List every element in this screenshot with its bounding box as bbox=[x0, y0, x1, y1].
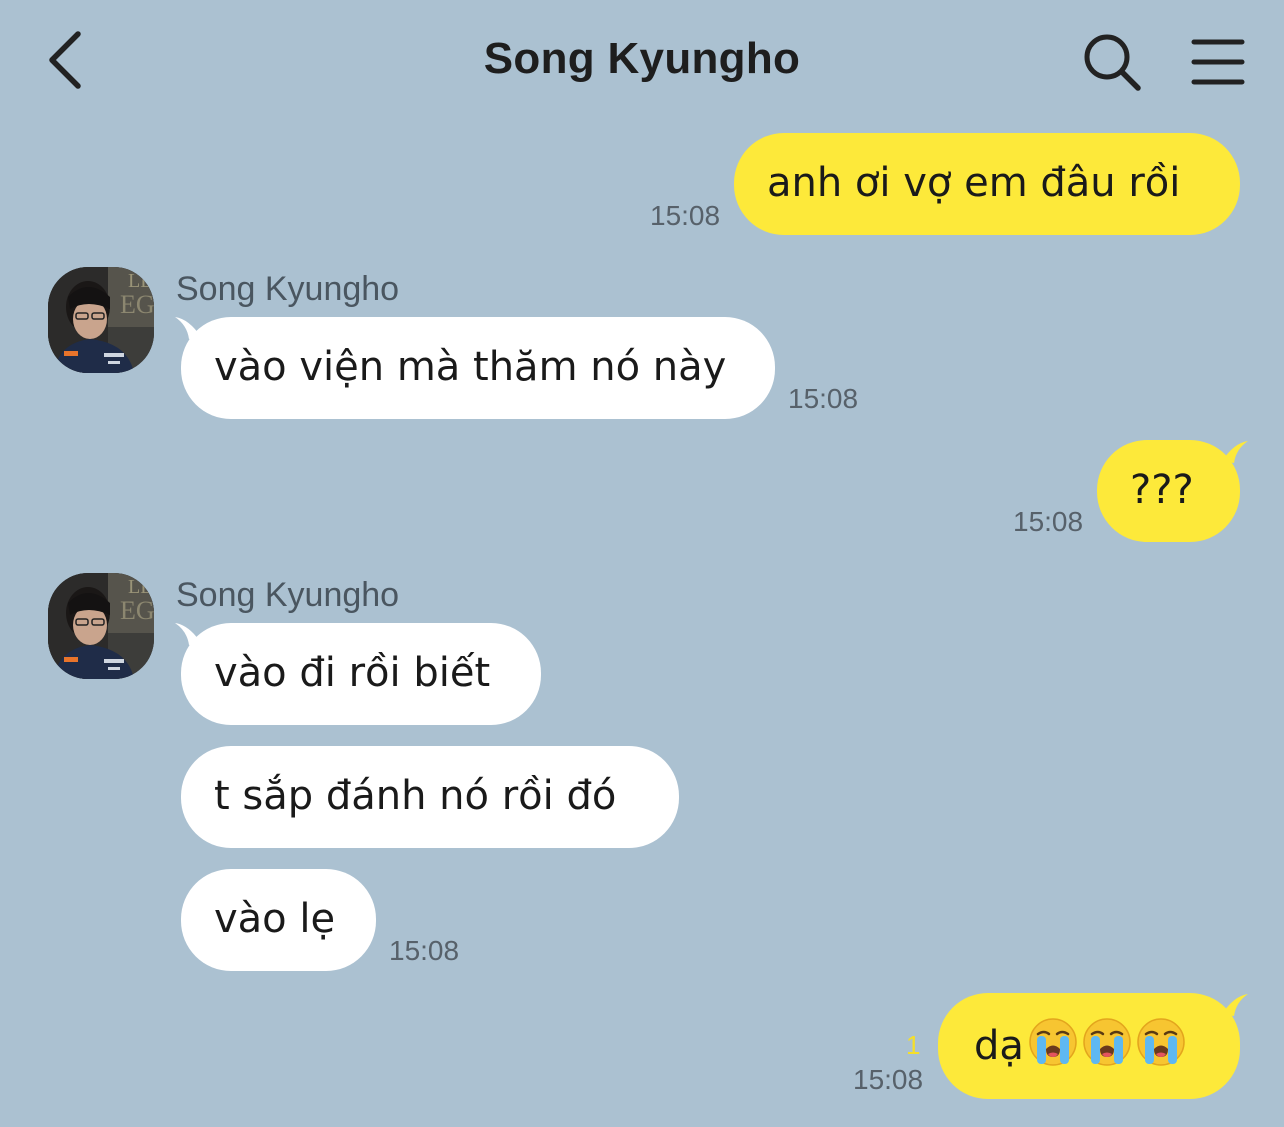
message-bubble-incoming[interactable]: t sắp đánh nó rồi đó bbox=[181, 746, 679, 848]
message-text: dạ bbox=[974, 1023, 1024, 1069]
crying-face-emoji-icon bbox=[1136, 1017, 1186, 1067]
sender-name: Song Kyungho bbox=[176, 270, 400, 308]
message-bubble-incoming[interactable]: vào viện mà thăm nó này bbox=[181, 317, 775, 419]
message-bubble-incoming[interactable]: vào đi rồi biết bbox=[181, 623, 541, 725]
avatar-image bbox=[48, 267, 154, 373]
message-bubble-outgoing[interactable]: ??? bbox=[1097, 440, 1240, 542]
chat-header: Song Kyungho bbox=[0, 0, 1284, 120]
sender-avatar[interactable] bbox=[48, 267, 154, 373]
menu-button[interactable] bbox=[1188, 34, 1248, 90]
message-time: 15:08 bbox=[389, 935, 460, 966]
unread-count: 1 bbox=[906, 1030, 921, 1060]
message-time: 15:08 bbox=[853, 1064, 924, 1095]
message-bubble-outgoing[interactable]: anh ơi vợ em đâu rồi bbox=[734, 133, 1240, 235]
crying-face-emoji-icon bbox=[1028, 1017, 1078, 1067]
sender-name: Song Kyungho bbox=[176, 576, 400, 614]
crying-face-emoji-icon bbox=[1082, 1017, 1132, 1067]
avatar-image bbox=[48, 573, 154, 679]
message-bubble-incoming[interactable]: vào lẹ bbox=[181, 869, 376, 971]
search-button[interactable] bbox=[1080, 30, 1144, 94]
message-time: 15:08 bbox=[650, 200, 721, 231]
message-bubble-outgoing[interactable]: dạ bbox=[938, 993, 1240, 1099]
message-time: 15:08 bbox=[788, 383, 859, 414]
hamburger-menu-icon bbox=[1191, 39, 1245, 85]
sender-avatar[interactable] bbox=[48, 573, 154, 679]
search-icon bbox=[1084, 34, 1141, 91]
message-time: 15:08 bbox=[1013, 506, 1084, 537]
